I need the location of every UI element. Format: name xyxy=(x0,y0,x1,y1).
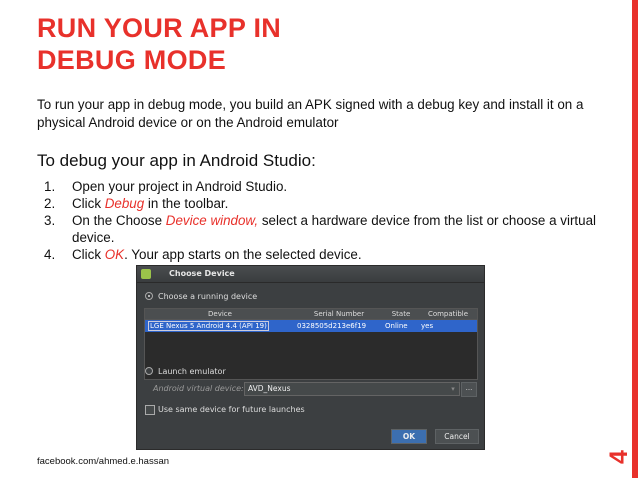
step-text-post: . Your app starts on the selected device… xyxy=(124,247,362,262)
slide-title-line1: RUN YOUR APP IN xyxy=(37,13,282,43)
steps-list: 1. Open your project in Android Studio. … xyxy=(44,178,604,263)
same-device-label[interactable]: Use same device for future launches xyxy=(158,405,305,414)
choose-device-dialog: Choose Device Choose a running device De… xyxy=(136,265,485,450)
subheading: To debug your app in Android Studio: xyxy=(37,151,316,170)
column-header-state[interactable]: State xyxy=(383,310,419,318)
step-text-pre: On the Choose xyxy=(72,213,166,228)
step-2: 2. Click Debug in the toolbar. xyxy=(44,195,604,212)
step-text-pre: Click xyxy=(72,196,105,211)
slide-title: RUN YOUR APP IN DEBUG MODE xyxy=(37,12,577,76)
launch-emulator-label[interactable]: Launch emulator xyxy=(158,367,226,376)
step-emphasis: Device window, xyxy=(165,213,259,228)
state-cell: Online xyxy=(385,322,408,330)
step-3: 3. On the Choose Device window, select a… xyxy=(44,212,604,246)
choose-running-device-radio[interactable] xyxy=(145,292,153,300)
dialog-title: Choose Device xyxy=(169,269,235,278)
ok-button[interactable]: OK xyxy=(391,429,427,444)
cancel-button[interactable]: Cancel xyxy=(435,429,479,444)
step-number: 4. xyxy=(44,247,56,262)
dialog-titlebar[interactable]: Choose Device xyxy=(137,266,484,283)
page-number: 4 xyxy=(605,450,633,464)
device-table-header: Device Serial Number State Compatible xyxy=(145,309,477,320)
step-emphasis: OK xyxy=(104,247,125,262)
column-header-compatible[interactable]: Compatible xyxy=(419,310,477,318)
step-4: 4. Click OK. Your app starts on the sele… xyxy=(44,246,604,263)
launch-emulator-radio[interactable] xyxy=(145,367,153,375)
avd-more-button[interactable]: ... xyxy=(461,382,477,397)
device-name-cell: LGE Nexus 5 Android 4.4 (API 19) xyxy=(148,321,269,331)
same-device-checkbox[interactable] xyxy=(145,405,155,415)
compatible-cell: yes xyxy=(421,322,434,330)
footer-credit: facebook.com/ahmed.e.hassan xyxy=(37,456,170,467)
android-studio-icon xyxy=(141,269,151,279)
step-number: 1. xyxy=(44,179,56,194)
accent-bar xyxy=(632,0,638,478)
choose-running-device-label[interactable]: Choose a running device xyxy=(158,292,257,301)
step-number: 2. xyxy=(44,196,56,211)
step-text-pre: Click xyxy=(72,247,105,262)
avd-select-value: AVD_Nexus xyxy=(248,384,291,393)
column-header-device[interactable]: Device xyxy=(145,310,295,318)
serial-cell: 0328505d213e6f19 xyxy=(297,322,367,330)
slide-title-line2: DEBUG MODE xyxy=(37,45,227,75)
table-row[interactable]: LGE Nexus 5 Android 4.4 (API 19) 0328505… xyxy=(145,320,477,332)
intro-text: To run your app in debug mode, you build… xyxy=(37,97,584,130)
chevron-down-icon[interactable]: ▾ xyxy=(448,383,458,395)
step-number: 3. xyxy=(44,213,56,228)
avd-select[interactable]: AVD_Nexus ▾ xyxy=(244,382,460,396)
column-header-serial[interactable]: Serial Number xyxy=(295,310,383,318)
avd-label: Android virtual device: xyxy=(153,384,244,393)
step-text-post: in the toolbar. xyxy=(144,196,229,211)
step-emphasis: Debug xyxy=(104,196,145,211)
step-1: 1. Open your project in Android Studio. xyxy=(44,178,604,195)
step-text: Open your project in Android Studio. xyxy=(72,179,288,194)
